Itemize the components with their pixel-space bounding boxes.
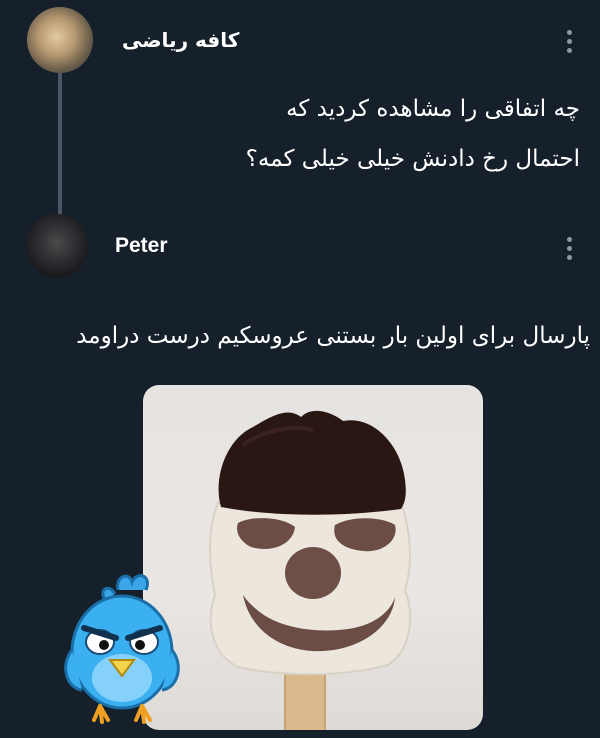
tweet-text-line: چه اتفاقی را مشاهده کردید که <box>286 96 580 122</box>
angry-bird-sticker-icon <box>60 570 185 730</box>
ice-cream-image <box>209 410 412 730</box>
thread-connector-line <box>58 70 62 220</box>
author-name[interactable]: کافه ریاضی <box>122 28 239 52</box>
more-options-icon[interactable] <box>566 237 572 260</box>
tweet-text-line: احتمال رخ دادنش خیلی خیلی کمه؟ <box>245 146 580 172</box>
tweet-media-image[interactable] <box>143 385 483 730</box>
tweet-text: چه اتفاقی را مشاهده کردید که احتمال رخ د… <box>140 84 580 184</box>
more-options-icon[interactable] <box>566 30 572 53</box>
author-name[interactable]: Peter <box>115 234 168 258</box>
avatar[interactable] <box>27 7 93 73</box>
tweet-text: پارسال برای اولین بار بستنی عروسکیم درست… <box>76 323 590 349</box>
avatar[interactable] <box>26 214 88 278</box>
